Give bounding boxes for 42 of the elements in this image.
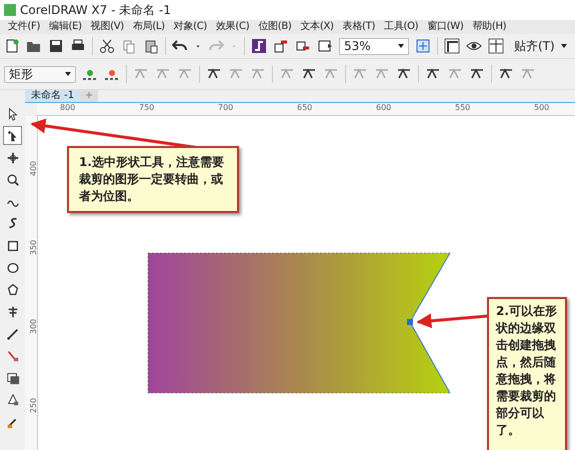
guidelines-icon[interactable] [488, 38, 504, 54]
app-logo-icon [4, 4, 16, 16]
ruler-label: 500 [534, 103, 550, 112]
window-title: CorelDRAW X7 - 未命名 -1 [20, 2, 172, 18]
menu-item[interactable]: 文本(X) [296, 20, 339, 34]
shape-tool-icon[interactable] [3, 126, 22, 145]
rulers-icon[interactable] [444, 38, 460, 54]
callout-note: 1.选中形状工具，注意需要裁剪的图形一定要转曲，或者为位图。 [67, 146, 239, 213]
menu-item[interactable]: 位图(B) [254, 20, 296, 34]
menu-item[interactable]: 对象(C) [170, 20, 212, 34]
ruler-label: 700 [218, 103, 234, 112]
ruler-label: 800 [60, 103, 76, 112]
menu-item[interactable]: 编辑(E) [45, 20, 87, 34]
import-icon[interactable] [273, 38, 289, 54]
save-icon[interactable] [48, 38, 64, 54]
arrow [416, 313, 488, 328]
menu-item[interactable]: 表格(T) [338, 20, 380, 34]
menu-item[interactable]: 效果(C) [212, 20, 254, 34]
ruler-label: 300 [29, 318, 38, 334]
cut-icon[interactable] [99, 38, 115, 54]
ruler-label: 650 [297, 103, 312, 112]
menu-item[interactable]: 窗口(W) [423, 20, 468, 34]
menu-item[interactable]: 工具(O) [380, 20, 424, 34]
ruler-label: 350 [29, 240, 38, 256]
menu-item[interactable]: 文件(F) [4, 20, 46, 34]
document-tab[interactable]: 未命名 -1 [25, 90, 80, 102]
ruler-label: 600 [376, 103, 392, 112]
menu-item[interactable]: 布局(L) [128, 20, 170, 34]
ruler-label: 400 [29, 160, 38, 176]
new-document-icon[interactable] [4, 38, 20, 54]
paste-icon[interactable] [143, 38, 159, 54]
zoom-dropdown[interactable]: 53% [339, 38, 409, 54]
snap-dropdown[interactable]: 贴齐(T) [510, 38, 571, 54]
ruler-label: 750 [139, 103, 154, 112]
shape-type-dropdown[interactable]: 矩形 [4, 66, 76, 82]
ruler-label: 250 [29, 398, 38, 414]
menu-item[interactable]: 帮助(H) [468, 20, 512, 34]
callout-note: 2.可以在形状的边缘双击创建拖拽点，然后随意拖拽，将需要裁剪的部分可以了。 [487, 297, 567, 450]
copy-icon[interactable] [121, 38, 137, 54]
menu-item[interactable]: 视图(V) [86, 20, 129, 34]
ruler-label: 550 [455, 103, 470, 112]
zoom-fit-icon[interactable] [415, 38, 431, 54]
